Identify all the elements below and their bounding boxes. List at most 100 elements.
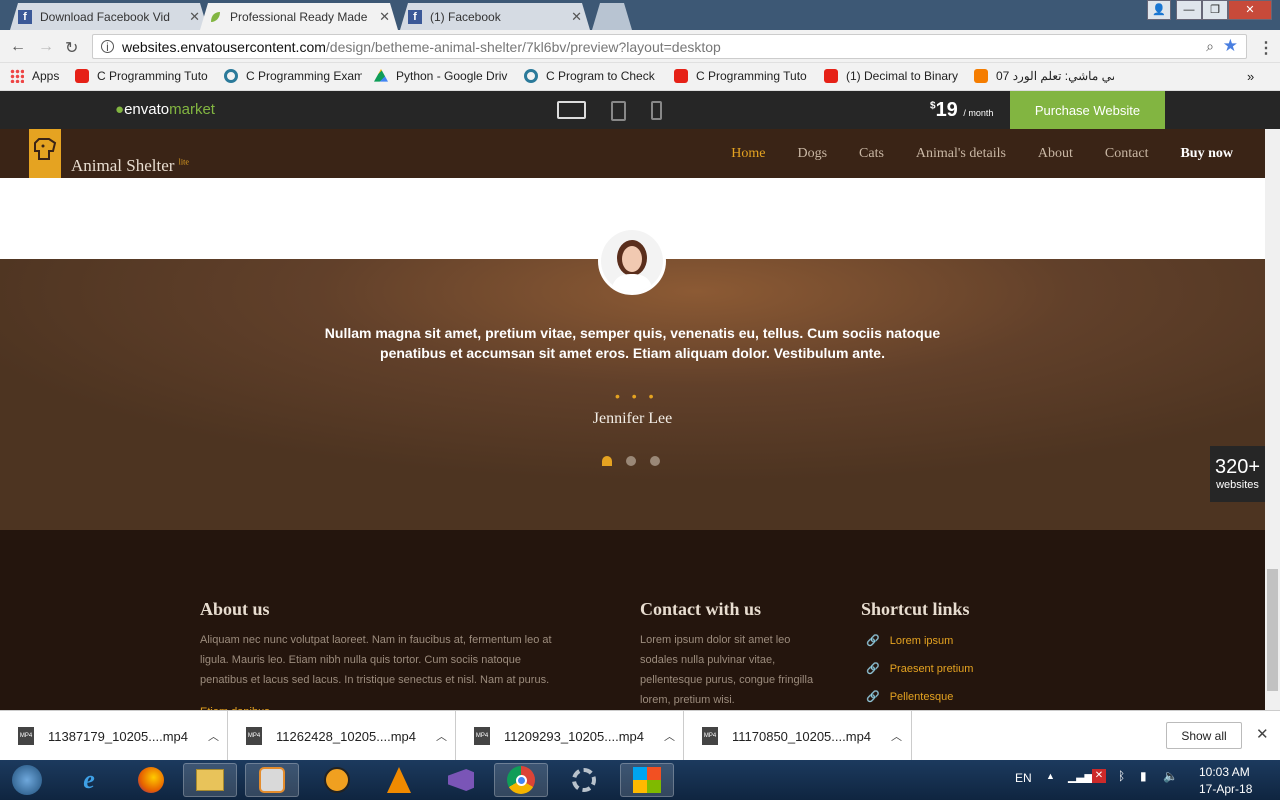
maximize-icon[interactable]: ❐ (1202, 0, 1228, 20)
close-tab-icon[interactable]: ✕ (571, 9, 582, 25)
show-hidden-icons[interactable]: ▲ (1046, 771, 1055, 781)
new-tab-button[interactable] (592, 3, 632, 30)
vlc-icon[interactable] (372, 763, 426, 797)
logo-text-envato: envato (124, 101, 170, 118)
footer-link-2[interactable]: 🔗 Praesent pretium (866, 662, 973, 675)
brand-name: Animal Shelter (71, 156, 175, 175)
bookmark-arabic-blog[interactable]: كل شي ماشي: تعلم الورد 07 (974, 69, 1114, 83)
close-tab-icon[interactable]: ✕ (379, 9, 390, 25)
forward-arrow-icon[interactable]: → (38, 38, 54, 56)
c-logo-icon (524, 69, 538, 83)
menu-item-animals-details[interactable]: Animal's details (916, 146, 1006, 162)
bookmark-c-program-to-check[interactable]: C Program to Check (524, 69, 662, 83)
page-scrollbar[interactable] (1265, 129, 1280, 710)
bookmark-c-programming-examples[interactable]: C Programming Exam (224, 69, 362, 83)
chevron-up-icon[interactable]: ︿ (208, 728, 219, 744)
badge-count: 320+ (1214, 456, 1261, 478)
footer-link-label: Praesent pretium (889, 663, 974, 675)
signal-icon[interactable]: ▁▃▅ (1068, 769, 1094, 783)
chevron-up-icon[interactable]: ︿ (891, 728, 902, 744)
google-drive-icon (374, 69, 388, 82)
menu-item-about[interactable]: About (1038, 146, 1073, 162)
bookmark-c-programming-tutorial-2[interactable]: C Programming Tuto (674, 69, 812, 83)
aimp-player-icon[interactable] (310, 763, 364, 797)
file-explorer-icon[interactable] (183, 763, 237, 797)
websites-count-badge[interactable]: 320+ websites (1210, 446, 1265, 502)
back-arrow-icon[interactable]: ← (10, 38, 26, 56)
envato-market-logo[interactable]: ●envatomarket (115, 101, 215, 118)
language-indicator[interactable]: EN (1015, 771, 1032, 785)
link-icon: 🔗 (866, 663, 880, 675)
bookmark-apps[interactable]: Apps (10, 69, 59, 83)
volume-muted-icon[interactable]: 🔈 (1163, 769, 1178, 783)
tab-facebook[interactable]: f (1) Facebook ✕ (400, 3, 590, 30)
menu-item-buy-now[interactable]: Buy now (1180, 146, 1233, 162)
chevron-up-icon[interactable]: ︿ (664, 728, 675, 744)
footer-link-3[interactable]: 🔗 Pellentesque (866, 690, 953, 703)
media-player-icon[interactable] (245, 763, 299, 797)
menu-item-contact[interactable]: Contact (1105, 146, 1149, 162)
download-item-2[interactable]: MP4 11262428_10205....mp4 ︿ (228, 711, 456, 761)
footer-link-1[interactable]: 🔗 Lorem ipsum (866, 634, 953, 647)
slider-dot-2[interactable] (626, 456, 636, 466)
scrollbar-thumb[interactable] (1267, 569, 1278, 691)
user-profile-icon[interactable]: 👤 (1147, 0, 1171, 20)
menu-item-cats[interactable]: Cats (859, 146, 884, 162)
bookmark-python-google-drive[interactable]: Python - Google Driv (374, 69, 514, 83)
footer-about-link[interactable]: Etiam dapibus (200, 702, 270, 710)
menu-item-dogs[interactable]: Dogs (797, 146, 827, 162)
show-all-downloads-button[interactable]: Show all (1166, 722, 1242, 749)
info-icon[interactable]: i (101, 40, 114, 54)
slider-dot-1[interactable] (602, 456, 612, 466)
purchase-website-button[interactable]: Purchase Website (1010, 91, 1165, 129)
clock-date[interactable]: 17-Apr-18 (1199, 782, 1252, 796)
windows-taskbar: e EN ▲ ▁▃▅ ✕ ᛒ ▮ 🔈 10:03 AM 17-Apr-18 (0, 760, 1280, 800)
battery-icon[interactable]: ▮ (1140, 769, 1147, 783)
zoom-icon[interactable]: ⌕ (1206, 38, 1214, 55)
mp4-file-icon: MP4 (702, 727, 718, 745)
close-tab-icon[interactable]: ✕ (189, 9, 200, 25)
footer-link-label: Pellentesque (889, 691, 954, 703)
firefox-icon[interactable] (124, 763, 178, 797)
envato-leaf-icon (208, 10, 222, 24)
windows-app-icon[interactable] (620, 763, 674, 797)
download-item-1[interactable]: MP4 11387179_10205....mp4 ︿ (0, 711, 228, 761)
network-error-icon[interactable]: ✕ (1092, 769, 1106, 783)
chevron-up-icon[interactable]: ︿ (436, 728, 447, 744)
browser-tab-strip: f Download Facebook Vid ✕ Professional R… (0, 0, 1280, 30)
chrome-icon[interactable] (494, 763, 548, 797)
bluetooth-icon[interactable]: ᛒ (1118, 769, 1125, 783)
bookmark-decimal-to-binary[interactable]: (1) Decimal to Binary (824, 69, 964, 83)
chrome-menu-icon[interactable]: ⋮ (1258, 38, 1274, 58)
tablet-view-icon[interactable] (611, 101, 626, 121)
download-item-4[interactable]: MP4 11170850_10205....mp4 ︿ (684, 711, 912, 761)
bookmark-label: C Program to Check (546, 69, 655, 83)
c-logo-icon (224, 69, 238, 83)
download-item-3[interactable]: MP4 11209293_10205....mp4 ︿ (456, 711, 684, 761)
testimonial-avatar (598, 227, 666, 295)
link-icon: 🔗 (866, 635, 880, 647)
reload-icon[interactable]: ↻ (65, 38, 78, 58)
visual-studio-icon[interactable] (434, 763, 488, 797)
internet-explorer-icon[interactable]: e (62, 763, 116, 797)
dog-logo-icon[interactable] (29, 129, 61, 178)
bookmark-c-programming-tutorial[interactable]: C Programming Tuto (75, 69, 210, 83)
menu-item-home[interactable]: Home (731, 146, 765, 162)
desktop-view-icon[interactable] (557, 101, 586, 119)
start-button[interactable] (2, 763, 52, 797)
slider-dot-3[interactable] (650, 456, 660, 466)
tab-download-facebook[interactable]: f Download Facebook Vid ✕ (10, 3, 208, 30)
close-downloads-icon[interactable]: ✕ (1256, 725, 1269, 743)
downloads-bar: MP4 11387179_10205....mp4 ︿ MP4 11262428… (0, 710, 1280, 761)
tab-professional-ready-made[interactable]: Professional Ready Made ✕ (200, 3, 398, 30)
tab-title: (1) Facebook (430, 9, 501, 24)
minimize-icon[interactable]: — (1176, 0, 1202, 20)
settings-gear-icon[interactable] (557, 763, 611, 797)
more-bookmarks-icon[interactable]: » (1247, 69, 1254, 84)
mobile-view-icon[interactable] (651, 101, 662, 120)
url-input[interactable]: i websites.envatousercontent.com/design/… (92, 34, 1247, 59)
close-window-icon[interactable]: ✕ (1228, 0, 1272, 20)
bookmark-star-icon[interactable]: ★ (1223, 36, 1238, 56)
clock-time[interactable]: 10:03 AM (1199, 765, 1250, 779)
site-brand[interactable]: Animal Shelter lite (71, 156, 189, 176)
